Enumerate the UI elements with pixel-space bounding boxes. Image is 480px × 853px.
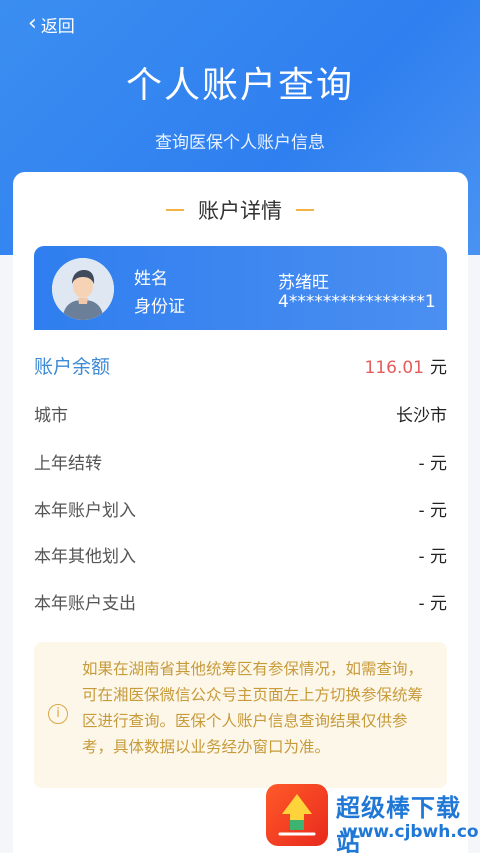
detail-value: - 元 bbox=[418, 593, 447, 614]
title-dash-right bbox=[296, 209, 314, 211]
watermark-name: 超级棒下载站 bbox=[336, 794, 461, 853]
detail-row-other-in: 本年其他划入 - 元 bbox=[34, 539, 447, 569]
detail-row-city: 城市 长沙市 bbox=[34, 398, 447, 428]
download-arrow-icon bbox=[278, 794, 316, 836]
detail-label: 本年账户划入 bbox=[34, 500, 136, 521]
detail-label: 城市 bbox=[34, 405, 68, 426]
info-icon: i bbox=[48, 704, 68, 724]
back-label: 返回 bbox=[40, 16, 75, 37]
detail-label: 上年结转 bbox=[34, 453, 102, 474]
detail-row-expense: 本年账户支出 - 元 bbox=[34, 586, 447, 616]
detail-value: 长沙市 bbox=[396, 405, 447, 426]
detail-row-carryover: 上年结转 - 元 bbox=[34, 446, 447, 476]
id-label: 身份证 bbox=[134, 297, 185, 317]
detail-label: 本年账户支出 bbox=[34, 593, 136, 614]
back-button[interactable]: ‹ 返回 bbox=[28, 11, 75, 37]
balance-row: 账户余额 116.01 元 bbox=[34, 350, 447, 380]
avatar bbox=[52, 258, 114, 320]
detail-label: 本年其他划入 bbox=[34, 546, 136, 567]
user-avatar-icon bbox=[52, 258, 114, 320]
page-subtitle: 查询医保个人账户信息 bbox=[155, 133, 325, 153]
name-label: 姓名 bbox=[134, 269, 168, 289]
detail-value: - 元 bbox=[418, 500, 447, 521]
title-dash-left bbox=[166, 209, 184, 211]
id-value: 4****************1 bbox=[278, 292, 436, 312]
detail-value: - 元 bbox=[418, 453, 447, 474]
balance-label: 账户余额 bbox=[34, 355, 111, 378]
balance-amount: 116.01 bbox=[364, 357, 424, 378]
watermark: 超级棒下载站 www.cjbwh.com bbox=[266, 784, 480, 853]
detail-row-account-in: 本年账户划入 - 元 bbox=[34, 493, 447, 523]
section-title: 账户详情 bbox=[0, 196, 480, 224]
section-title-text: 账户详情 bbox=[198, 199, 282, 223]
balance-value: 116.01 元 bbox=[365, 353, 447, 378]
chevron-left-icon: ‹ bbox=[28, 11, 37, 36]
detail-value: - 元 bbox=[418, 546, 447, 567]
notice-text: 如果在湖南省其他统筹区有参保情况，如需查询，可在湘医保微信公众号主页面左上方切换… bbox=[82, 660, 424, 756]
name-value: 苏绪旺 bbox=[278, 273, 329, 293]
balance-unit: 元 bbox=[430, 357, 447, 378]
watermark-url: www.cjbwh.com bbox=[342, 822, 480, 842]
page-title: 个人账户查询 bbox=[125, 65, 354, 106]
download-site-logo-icon bbox=[266, 784, 328, 846]
user-info-panel: 姓名 身份证 苏绪旺 4****************1 bbox=[34, 246, 447, 330]
notice-box: i 如果在湖南省其他统筹区有参保情况，如需查询，可在湘医保微信公众号主页面左上方… bbox=[34, 642, 447, 788]
